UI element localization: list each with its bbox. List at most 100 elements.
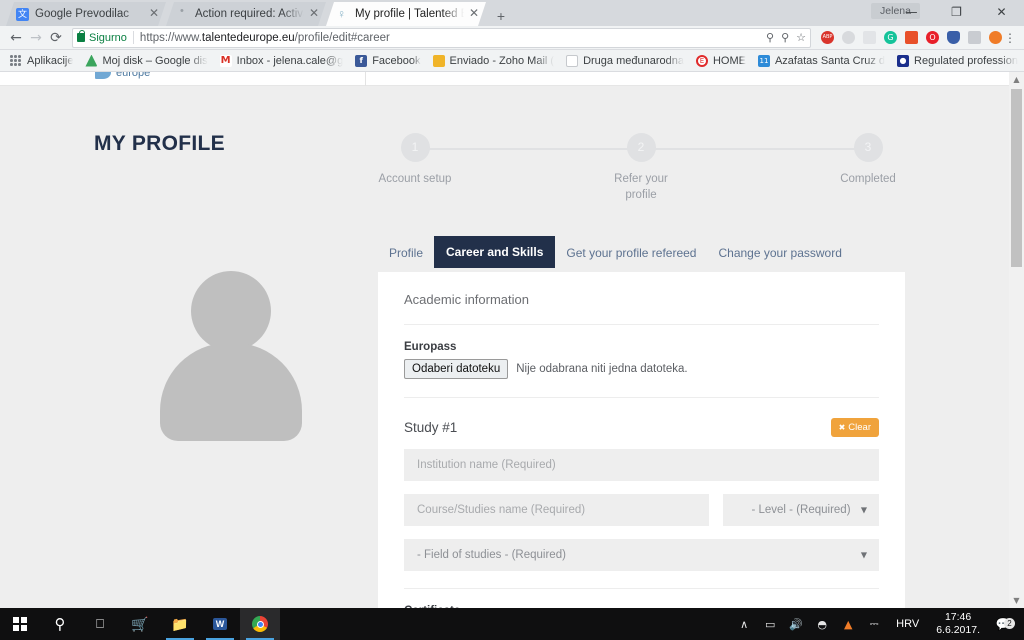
star-icon[interactable]: ☆ — [796, 31, 806, 44]
chrome-glyph — [252, 616, 268, 632]
browser-tab-2[interactable]: Action required: Activate ✕ — [166, 2, 326, 26]
mail-icon — [432, 54, 445, 67]
tray-chevron-icon[interactable]: ∧ — [731, 618, 757, 631]
chrome-icon[interactable] — [240, 608, 280, 640]
page-content: MY PROFILE 1 Account setup 2 Refer your … — [0, 86, 1009, 608]
bookmark-label: Facebook — [372, 54, 421, 67]
course-level-row: - Level - (Required) ▼ — [404, 494, 879, 526]
course-studies-name-input[interactable] — [404, 494, 709, 526]
reload-icon[interactable]: ⟳ — [46, 28, 66, 48]
clock-date: 6.6.2017. — [936, 624, 980, 636]
stepper-number: 2 — [626, 133, 656, 162]
file-explorer-icon[interactable]: 📁 — [160, 608, 200, 640]
chevron-down-icon: ▼ — [860, 550, 867, 560]
bookmark-google-drive[interactable]: Moj disk – Google dis — [79, 54, 213, 67]
avast-icon[interactable] — [989, 31, 1002, 44]
browser-tab-3[interactable]: My profile | Talented Eur ✕ — [326, 2, 486, 26]
language-indicator[interactable]: HRV — [887, 618, 928, 630]
avatar-body — [160, 343, 302, 441]
bulb-icon — [336, 8, 349, 21]
maximize-button[interactable]: ❐ — [934, 0, 979, 24]
bookmark-gmail[interactable]: M Inbox - jelena.cale@g — [214, 54, 350, 67]
level-select[interactable]: - Level - (Required) ▼ — [723, 494, 879, 526]
tab-close-icon[interactable]: ✕ — [308, 8, 320, 20]
wifi-icon[interactable]: ◓ — [809, 618, 835, 631]
chrome-menu-icon[interactable]: ⋮ — [1002, 32, 1018, 44]
site-security-indicator[interactable]: Sigurno — [77, 30, 133, 44]
page-scrollbar[interactable]: ▲ ▼ — [1009, 72, 1024, 608]
bookmark-label: HOME — [712, 54, 746, 67]
tab-get-your-profile-refereed[interactable]: Get your profile refereed — [555, 238, 707, 268]
task-view-icon[interactable]: ⎕ — [80, 608, 120, 640]
volume-icon[interactable]: 🔊 — [783, 618, 809, 631]
scroll-up-icon[interactable]: ▲ — [1009, 72, 1024, 87]
office-icon[interactable] — [905, 31, 918, 44]
logo-mark-icon — [95, 72, 111, 79]
europass-label: Europass — [404, 341, 457, 353]
stepper-step-3[interactable]: 3 Completed — [813, 130, 923, 187]
europass-choose-file-button[interactable]: Odaberi datoteku — [404, 359, 509, 379]
bookmark-druga-medunarodna[interactable]: Druga međunarodna — [560, 54, 690, 67]
bookmark-zoho-mail[interactable]: Enviado - Zoho Mail ( — [427, 54, 561, 67]
clear-study-button[interactable]: ✖ Clear — [830, 418, 879, 437]
windows-logo-icon — [12, 616, 28, 632]
scrollbar-thumb[interactable] — [1011, 89, 1022, 267]
bookmark-home[interactable]: E HOME — [690, 54, 752, 67]
bookmarks-bar: Aplikacije Moj disk – Google dis M Inbox… — [0, 50, 1024, 72]
bookmark-label: Druga međunarodna — [583, 54, 684, 67]
battery-icon[interactable]: ▭ — [757, 618, 783, 631]
omnibox-divider — [132, 31, 134, 44]
store-icon[interactable]: 🛒 — [120, 608, 160, 640]
key-icon[interactable]: ⚲ — [781, 31, 789, 44]
bookmark-regulated-professions[interactable]: ● Regulated profession — [891, 54, 1024, 67]
opera-icon[interactable]: O — [926, 31, 939, 44]
study-title: Study #1 — [404, 420, 458, 435]
scroll-down-icon[interactable]: ▼ — [1009, 593, 1024, 608]
back-icon[interactable]: ← — [6, 28, 26, 48]
tab-close-icon[interactable]: ✕ — [468, 8, 480, 20]
start-button[interactable] — [0, 608, 40, 640]
search-icon[interactable]: ⚲ — [766, 31, 774, 44]
site-logo[interactable]: europe — [95, 72, 150, 79]
stepper-step-2[interactable]: 2 Refer your profile — [586, 130, 696, 203]
tab-change-your-password[interactable]: Change your password — [707, 238, 852, 268]
tab-profile[interactable]: Profile — [378, 238, 434, 268]
pdf-icon[interactable] — [968, 31, 981, 44]
note-icon[interactable] — [863, 31, 876, 44]
bookmark-facebook[interactable]: f Facebook — [349, 54, 426, 67]
search-icon[interactable]: ⚲ — [40, 608, 80, 640]
keyboard-icon[interactable]: ⎓ — [861, 617, 887, 631]
avast-icon[interactable]: ▲ — [835, 618, 861, 631]
adblock-plus-icon[interactable]: ABP — [821, 31, 834, 44]
action-center-icon[interactable]: 💬 2 — [988, 617, 1018, 631]
career-form-card: Academic information Europass Odaberi da… — [378, 272, 905, 608]
shield-icon[interactable] — [947, 31, 960, 44]
section-title: Academic information — [404, 292, 529, 307]
generic-page-icon — [176, 8, 189, 21]
browser-tab-1[interactable]: Google Prevodilac ✕ — [6, 2, 166, 26]
bookmark-apps[interactable]: Aplikacije — [4, 55, 79, 67]
browser-toolbar: ← → ⟳ Sigurno https://www.talentedeurope… — [0, 26, 1024, 50]
avatar[interactable] — [160, 271, 302, 441]
site-logo-text: europe — [116, 72, 151, 79]
institution-name-input[interactable] — [404, 449, 879, 481]
word-icon[interactable]: W — [200, 608, 240, 640]
new-tab-button[interactable]: + — [488, 6, 514, 26]
address-bar[interactable]: Sigurno https://www.talentedeurope.eu/pr… — [72, 27, 811, 48]
grammarly-icon[interactable]: G — [884, 31, 897, 44]
page-icon — [566, 54, 579, 67]
minimize-button[interactable]: — — [889, 0, 934, 24]
field-of-studies-select[interactable]: - Field of studies - (Required) ▼ — [404, 539, 879, 571]
forward-icon[interactable]: → — [26, 28, 46, 48]
tab-career-and-skills[interactable]: Career and Skills — [434, 236, 556, 268]
clock[interactable]: 17:46 6.6.2017. — [928, 611, 988, 637]
tab-close-icon[interactable]: ✕ — [148, 8, 160, 20]
close-button[interactable]: ✕ — [979, 0, 1024, 24]
url-scheme: https://www. — [139, 31, 202, 44]
bookmark-azafatas[interactable]: 11 Azafatas Santa Cruz d — [752, 54, 891, 67]
level-selected-value: - Level - (Required) — [751, 504, 851, 516]
cloud-icon[interactable] — [842, 31, 855, 44]
site-header-strip: europe — [0, 72, 1009, 86]
stepper-step-1[interactable]: 1 Account setup — [360, 130, 470, 187]
page-title: MY PROFILE — [94, 132, 225, 155]
